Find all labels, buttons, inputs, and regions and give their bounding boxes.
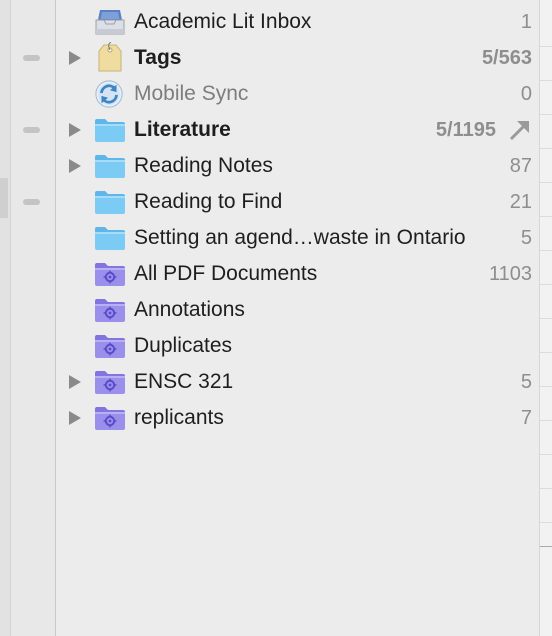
inbox-tray-icon — [94, 8, 126, 36]
collection-label: Setting an agend…waste in Ontario — [134, 226, 466, 249]
smart-folder-icon — [94, 332, 126, 360]
item-count: 5 — [520, 371, 532, 393]
smart-folder-icon — [94, 404, 126, 432]
collection-list: Academic Lit Inbox 1 Tags 5/563 Mobile Syn… — [56, 4, 540, 436]
collection-label: Mobile Sync — [134, 82, 249, 105]
folder-icon — [94, 224, 126, 252]
collection-label: Tags — [134, 46, 182, 69]
collection-row[interactable]: All PDF Documents 1103 — [56, 256, 540, 292]
collection-row[interactable]: Academic Lit Inbox 1 — [56, 4, 540, 40]
gutter-scroll-marker[interactable] — [0, 178, 8, 218]
smart-folder-icon — [94, 296, 126, 324]
smart-folder-icon — [94, 368, 126, 396]
shared-arrow-icon — [508, 118, 532, 142]
item-count: 87 — [509, 155, 532, 177]
item-count: 5/1195 — [435, 119, 496, 141]
collection-label: Literature — [134, 118, 231, 141]
item-count: 1 — [520, 11, 532, 33]
collection-label: Reading to Find — [134, 190, 283, 213]
disclosure-triangle-icon[interactable] — [69, 51, 81, 65]
item-count: 7 — [520, 407, 532, 429]
collection-row[interactable]: Setting an agend…waste in Ontario 5 — [56, 220, 540, 256]
collection-label: Annotations — [134, 298, 245, 321]
disclosure-triangle-icon[interactable] — [69, 411, 81, 425]
item-count: 5 — [520, 227, 532, 249]
gutter-edge — [0, 0, 11, 636]
folder-icon — [94, 188, 126, 216]
item-count: 5/563 — [481, 47, 532, 69]
folder-icon — [94, 152, 126, 180]
disclosure-triangle-icon[interactable] — [69, 159, 81, 173]
collection-row[interactable]: ENSC 321 5 — [56, 364, 540, 400]
adjacent-pane-edge — [539, 0, 552, 636]
collection-row[interactable]: Annotations — [56, 292, 540, 328]
collection-row[interactable]: Duplicates — [56, 328, 540, 364]
folder-icon — [94, 116, 126, 144]
collection-row[interactable]: replicants 7 — [56, 400, 540, 436]
disclosure-triangle-icon[interactable] — [69, 123, 81, 137]
collection-row[interactable]: Mobile Sync 0 — [56, 76, 540, 112]
left-gutter — [0, 0, 56, 636]
disclosure-triangle-icon[interactable] — [69, 375, 81, 389]
row-marker-dash — [23, 127, 40, 133]
collection-row[interactable]: Reading to Find 21 — [56, 184, 540, 220]
item-count: 0 — [520, 83, 532, 105]
collection-row[interactable]: Literature 5/1195 — [56, 112, 540, 148]
sync-icon — [94, 80, 126, 108]
sidebar-window: Academic Lit Inbox 1 Tags 5/563 Mobile Syn… — [0, 0, 552, 636]
row-marker-dash — [23, 199, 40, 205]
item-count: 1103 — [488, 263, 532, 285]
collection-label: replicants — [134, 406, 224, 429]
collection-label: Reading Notes — [134, 154, 273, 177]
collection-row[interactable]: Reading Notes 87 — [56, 148, 540, 184]
collection-label: All PDF Documents — [134, 262, 318, 285]
collection-label: Academic Lit Inbox — [134, 10, 312, 33]
tag-icon — [94, 41, 126, 72]
collection-label: Duplicates — [134, 334, 233, 357]
row-marker-dash — [23, 55, 40, 61]
collection-label: ENSC 321 — [134, 370, 234, 393]
item-count: 21 — [509, 191, 532, 213]
smart-folder-icon — [94, 260, 126, 288]
collection-row[interactable]: Tags 5/563 — [56, 40, 540, 76]
